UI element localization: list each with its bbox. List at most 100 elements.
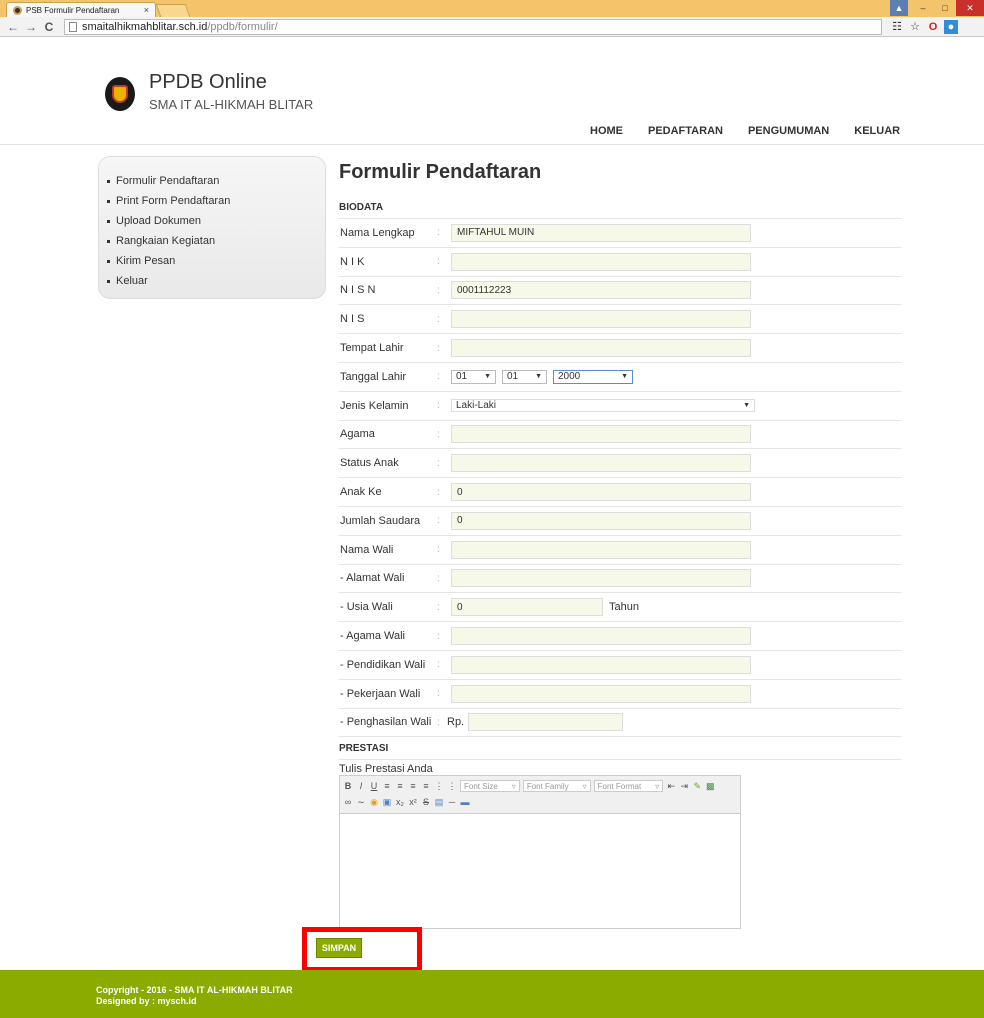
underline-icon[interactable]: U: [369, 781, 379, 791]
tempat-lahir-input[interactable]: [451, 339, 751, 358]
unlink-icon[interactable]: ∼: [356, 797, 366, 807]
sidebar-item-kegiatan[interactable]: Rangkaian Kegiatan: [107, 231, 325, 251]
sidebar-item-label: Kirim Pesan: [116, 255, 176, 267]
month-select[interactable]: 01 ▼: [502, 369, 547, 384]
color-icon[interactable]: ▤: [434, 797, 444, 807]
agama-input[interactable]: [451, 425, 751, 444]
colon: :: [437, 227, 440, 239]
indent-icon[interactable]: ⇥: [679, 781, 689, 791]
nav-home[interactable]: HOME: [590, 125, 623, 137]
row-penghasilan-wali: - Penghasilan Wali : Rp.: [339, 709, 901, 738]
tab-close-icon[interactable]: ×: [144, 5, 149, 15]
day-select[interactable]: 01 ▼: [451, 369, 496, 384]
sidebar-item-keluar[interactable]: Keluar: [107, 271, 325, 291]
sidebar-item-label: Upload Dokumen: [116, 215, 201, 227]
nav-pengumuman[interactable]: PENGUMUMAN: [748, 125, 829, 137]
user-icon[interactable]: ▲: [890, 0, 908, 16]
new-tab-button[interactable]: [155, 4, 191, 17]
hr-icon[interactable]: ─: [447, 797, 457, 807]
font-family-select[interactable]: Font Family ▿: [522, 780, 591, 793]
bold-icon[interactable]: B: [343, 781, 353, 791]
bullet-icon: [107, 199, 110, 203]
alamat-wali-input[interactable]: [451, 569, 751, 588]
nisn-input[interactable]: 0001112223: [451, 281, 751, 300]
close-window-icon[interactable]: ✕: [956, 0, 984, 16]
row-status-anak: Status Anak :: [339, 449, 901, 479]
bullet-icon: [107, 259, 110, 263]
site-subtitle: SMA IT AL-HIKMAH BLITAR: [149, 97, 314, 112]
minimize-icon[interactable]: –: [912, 0, 934, 16]
strikethrough-icon[interactable]: S: [421, 797, 431, 807]
image-icon[interactable]: ◉: [369, 797, 379, 807]
align-center-icon[interactable]: ≡: [395, 781, 405, 791]
anak-ke-input[interactable]: 0: [451, 483, 751, 502]
subscript-icon[interactable]: x₂: [395, 797, 405, 807]
status-anak-input[interactable]: [451, 454, 751, 473]
image-upload-icon[interactable]: ▣: [382, 797, 392, 807]
browser-tab[interactable]: PSB Formulir Pendaftaran ×: [6, 2, 156, 17]
reload-icon[interactable]: C: [42, 20, 56, 34]
align-left-icon[interactable]: ≡: [382, 781, 392, 791]
sidebar-item-label: Keluar: [116, 275, 148, 287]
editor-toolbar: B I U ≡ ≡ ≡ ≡ ⋮ ⋮ Font Size ▿ Font Family…: [340, 776, 740, 815]
usia-wali-input[interactable]: 0: [451, 598, 603, 617]
maximize-icon[interactable]: □: [934, 0, 956, 16]
sidebar-item-upload[interactable]: Upload Dokumen: [107, 211, 325, 231]
pendidikan-wali-input[interactable]: [451, 655, 751, 674]
nama-lengkap-input[interactable]: MIFTAHUL MUIN: [451, 223, 751, 242]
justify-icon[interactable]: ≡: [421, 781, 431, 791]
row-nama-lengkap: Nama Lengkap : MIFTAHUL MUIN: [339, 219, 901, 248]
font-format-select[interactable]: Font Format ▿: [593, 780, 664, 793]
nis-input[interactable]: [451, 310, 751, 329]
jenis-kelamin-select[interactable]: Laki-Laki ▼: [451, 399, 755, 413]
italic-icon[interactable]: I: [356, 781, 366, 791]
nav-keluar[interactable]: KELUAR: [854, 125, 900, 137]
row-jenis-kelamin: Jenis Kelamin : Laki-Laki ▼: [339, 392, 901, 421]
row-pendidikan-wali: - Pendidikan Wali :: [339, 651, 901, 680]
field-label: Jenis Kelamin: [340, 399, 409, 412]
pekerjaan-wali-input[interactable]: [451, 684, 751, 703]
insert-icon[interactable]: ▩: [705, 781, 715, 791]
penghasilan-wali-input[interactable]: [468, 713, 624, 732]
font-size-select[interactable]: Font Size ▿: [460, 780, 520, 793]
browser-tabbar: PSB Formulir Pendaftaran × ▲ – □ ✕: [0, 0, 984, 17]
chevron-down-icon: ▿: [655, 781, 660, 791]
back-icon[interactable]: ←: [6, 20, 20, 34]
colon: :: [437, 544, 440, 556]
sidebar-item-print[interactable]: Print Form Pendaftaran: [107, 191, 325, 211]
year-select[interactable]: 2000 ▼: [553, 369, 633, 384]
opera-icon[interactable]: O: [926, 20, 940, 34]
outdent-icon[interactable]: ⇤: [666, 781, 676, 791]
field-label: Jumlah Saudara: [340, 514, 421, 527]
number-list-icon[interactable]: ⋮: [447, 781, 457, 791]
nav-pendaftaran[interactable]: PEDAFTARAN: [648, 125, 723, 137]
url-input[interactable]: smaitalhikmahblitar.sch.id /ppdb/formuli…: [64, 18, 882, 35]
superscript-icon[interactable]: x²: [408, 797, 418, 807]
bullet-icon: [107, 279, 110, 283]
nik-input[interactable]: [451, 252, 751, 271]
link-icon[interactable]: ∞: [343, 797, 353, 807]
bullet-list-icon[interactable]: ⋮: [434, 781, 444, 791]
html-icon[interactable]: ▬: [460, 797, 470, 807]
align-right-icon[interactable]: ≡: [408, 781, 418, 791]
font-family-label: Font Family: [526, 781, 569, 791]
agama-wali-input[interactable]: [451, 627, 751, 646]
colon: :: [437, 457, 440, 469]
colon: :: [437, 716, 440, 728]
translate-icon[interactable]: ☷: [890, 20, 904, 34]
jumlah-saudara-input[interactable]: 0: [451, 511, 751, 530]
nama-wali-input[interactable]: [451, 540, 751, 559]
row-tempat-lahir: Tempat Lahir :: [339, 334, 901, 363]
edit-icon[interactable]: ✎: [692, 781, 702, 791]
site-footer: Copyright - 2016 - SMA IT AL-HIKMAH BLIT…: [0, 970, 984, 1018]
address-bar: ← → C smaitalhikmahblitar.sch.id /ppdb/f…: [0, 17, 984, 37]
page-icon: [69, 21, 77, 32]
bookmark-star-icon[interactable]: ☆: [908, 20, 922, 34]
forward-icon[interactable]: →: [24, 20, 38, 34]
chevron-down-icon: ▼: [621, 373, 628, 381]
bullet-icon: [107, 179, 110, 183]
extension-icon[interactable]: ●: [944, 19, 958, 34]
save-button[interactable]: SIMPAN: [316, 938, 362, 958]
sidebar-item-pesan[interactable]: Kirim Pesan: [107, 251, 325, 271]
sidebar-item-formulir[interactable]: Formulir Pendaftaran: [107, 171, 325, 191]
